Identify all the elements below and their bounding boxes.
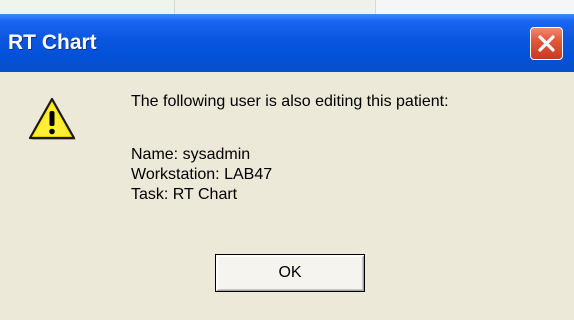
background-cell (0, 0, 175, 14)
warning-icon (28, 97, 76, 140)
close-icon (538, 35, 555, 52)
alert-dialog: RT Chart The following user is also edit… (0, 14, 574, 320)
background-cell (175, 0, 376, 14)
window-title: RT Chart (8, 31, 97, 54)
editor-task: Task: RT Chart (131, 186, 238, 203)
editor-name: Name: sysadmin (131, 146, 251, 163)
background-window-strip (0, 0, 574, 14)
ok-button[interactable]: OK (215, 254, 365, 292)
title-bar[interactable]: RT Chart (0, 14, 574, 72)
background-cell (376, 0, 574, 14)
close-button[interactable] (530, 27, 563, 60)
editor-workstation: Workstation: LAB47 (131, 166, 273, 183)
editor-details: Name: sysadmin Workstation: LAB47 Task: … (131, 145, 272, 205)
alert-message: The following user is also editing this … (131, 93, 449, 110)
